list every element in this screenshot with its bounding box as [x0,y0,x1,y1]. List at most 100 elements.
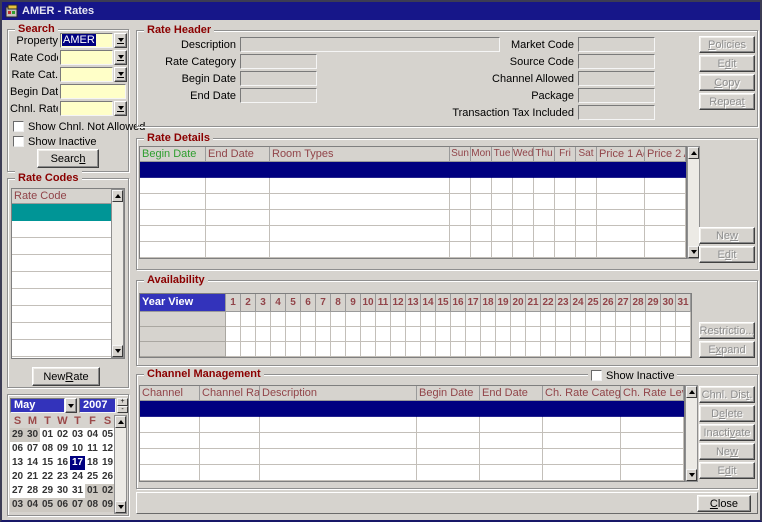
calendar-day[interactable]: 06 [55,498,70,512]
table-cell [555,162,576,178]
calendar-day[interactable]: 13 [10,456,25,470]
table-row[interactable] [140,465,684,481]
calendar-day[interactable]: 03 [10,498,25,512]
calendar-day[interactable]: 19 [100,456,115,470]
calendar-day[interactable]: 04 [85,428,100,442]
rate-code-row[interactable] [12,357,124,359]
spinner-minus-icon[interactable]: - [117,406,128,414]
rate-code-row[interactable] [12,340,124,357]
calendar-day[interactable]: 22 [40,470,55,484]
calendar-day[interactable]: 20 [10,470,25,484]
calendar-day[interactable]: 27 [10,484,25,498]
table-row[interactable] [140,401,684,417]
month-dropdown-icon[interactable] [65,398,77,413]
channel-scrollbar[interactable] [685,385,698,482]
calendar-day[interactable]: 18 [85,456,100,470]
calendar-day[interactable]: 15 [40,456,55,470]
show-inactive-checkbox[interactable] [591,370,602,381]
calendar-day[interactable]: 04 [25,498,40,512]
rate-codes-scrollbar[interactable] [111,189,124,358]
table-row[interactable] [140,433,684,449]
calendar-day[interactable]: 07 [70,498,85,512]
scroll-down-icon[interactable] [688,246,699,258]
calendar-day[interactable]: 31 [70,484,85,498]
calendar-day[interactable]: 08 [40,442,55,456]
calendar-day[interactable]: 28 [25,484,40,498]
rate-code-row[interactable] [12,272,124,289]
calendar-day[interactable]: 25 [85,470,100,484]
rate-code-row[interactable] [12,255,124,272]
year-spinner[interactable]: + - [117,398,128,413]
scroll-up-icon[interactable] [115,416,126,428]
day-column-header: 31 [676,294,691,312]
table-row[interactable] [140,162,686,178]
availability-row[interactable] [140,342,691,357]
search-button[interactable]: Search [37,149,99,168]
rate-code-lov-button[interactable] [114,50,127,65]
calendar-day[interactable]: 29 [10,428,25,442]
scroll-up-icon[interactable] [688,147,699,159]
rate-code-row[interactable] [12,289,124,306]
rate-code-input[interactable] [60,50,113,65]
calendar-day[interactable]: 10 [70,442,85,456]
calendar-day[interactable]: 24 [70,470,85,484]
availability-row[interactable] [140,312,691,327]
calendar-day[interactable]: 30 [25,428,40,442]
close-button[interactable]: Close [697,495,751,512]
rate-code-row[interactable] [12,238,124,255]
property-input[interactable]: AMER [60,33,113,48]
chnl-rate-lov-button[interactable] [114,101,127,116]
table-row[interactable] [140,417,684,433]
calendar-day[interactable]: 21 [25,470,40,484]
calendar-day[interactable]: 05 [100,428,115,442]
calendar-day[interactable]: 16 [55,456,70,470]
table-row[interactable] [140,242,686,258]
calendar-day[interactable]: 23 [55,470,70,484]
calendar-day[interactable]: 01 [40,428,55,442]
calendar-day[interactable]: 29 [40,484,55,498]
rate-cat-input[interactable] [60,67,113,82]
calendar-day[interactable]: 30 [55,484,70,498]
property-lov-button[interactable] [114,33,127,48]
calendar-day[interactable]: 08 [85,498,100,512]
rate-code-row[interactable] [12,221,124,238]
scroll-down-icon[interactable] [686,469,697,481]
calendar-day[interactable]: 09 [55,442,70,456]
calendar-day[interactable]: 06 [10,442,25,456]
table-row[interactable] [140,178,686,194]
show-chnl-not-allowed-checkbox[interactable] [13,121,24,132]
table-row[interactable] [140,210,686,226]
spinner-plus-icon[interactable]: + [117,398,128,406]
scroll-down-icon[interactable] [112,345,123,357]
rate-code-row[interactable] [12,204,124,221]
rate-code-row[interactable] [12,323,124,340]
scroll-up-icon[interactable] [686,386,697,398]
begin-date-input[interactable] [60,84,126,99]
calendar-day-selected[interactable]: 17 [70,456,85,470]
rate-header-section-title: Rate Header [144,23,214,37]
calendar-day[interactable]: 26 [100,470,115,484]
calendar-day[interactable]: 02 [100,484,115,498]
calendar-day[interactable]: 14 [25,456,40,470]
scroll-up-icon[interactable] [112,190,123,202]
calendar-day[interactable]: 11 [85,442,100,456]
availability-row[interactable] [140,327,691,342]
calendar-day[interactable]: 01 [85,484,100,498]
calendar-month-combo[interactable]: May [10,398,77,413]
calendar-day[interactable]: 07 [25,442,40,456]
calendar-day[interactable]: 05 [40,498,55,512]
calendar-day[interactable]: 02 [55,428,70,442]
calendar-day[interactable]: 09 [100,498,115,512]
rate-cat-lov-button[interactable] [114,67,127,82]
rate-code-row[interactable] [12,306,124,323]
chnl-rate-input[interactable] [60,101,113,116]
calendar-scrollbar[interactable] [114,415,127,514]
table-row[interactable] [140,226,686,242]
calendar-day[interactable]: 12 [100,442,115,456]
new-rate-button[interactable]: New Rate [32,367,100,386]
scroll-down-icon[interactable] [115,501,126,513]
table-row[interactable] [140,449,684,465]
calendar-day[interactable]: 03 [70,428,85,442]
table-row[interactable] [140,194,686,210]
show-inactive-checkbox[interactable] [13,136,24,147]
